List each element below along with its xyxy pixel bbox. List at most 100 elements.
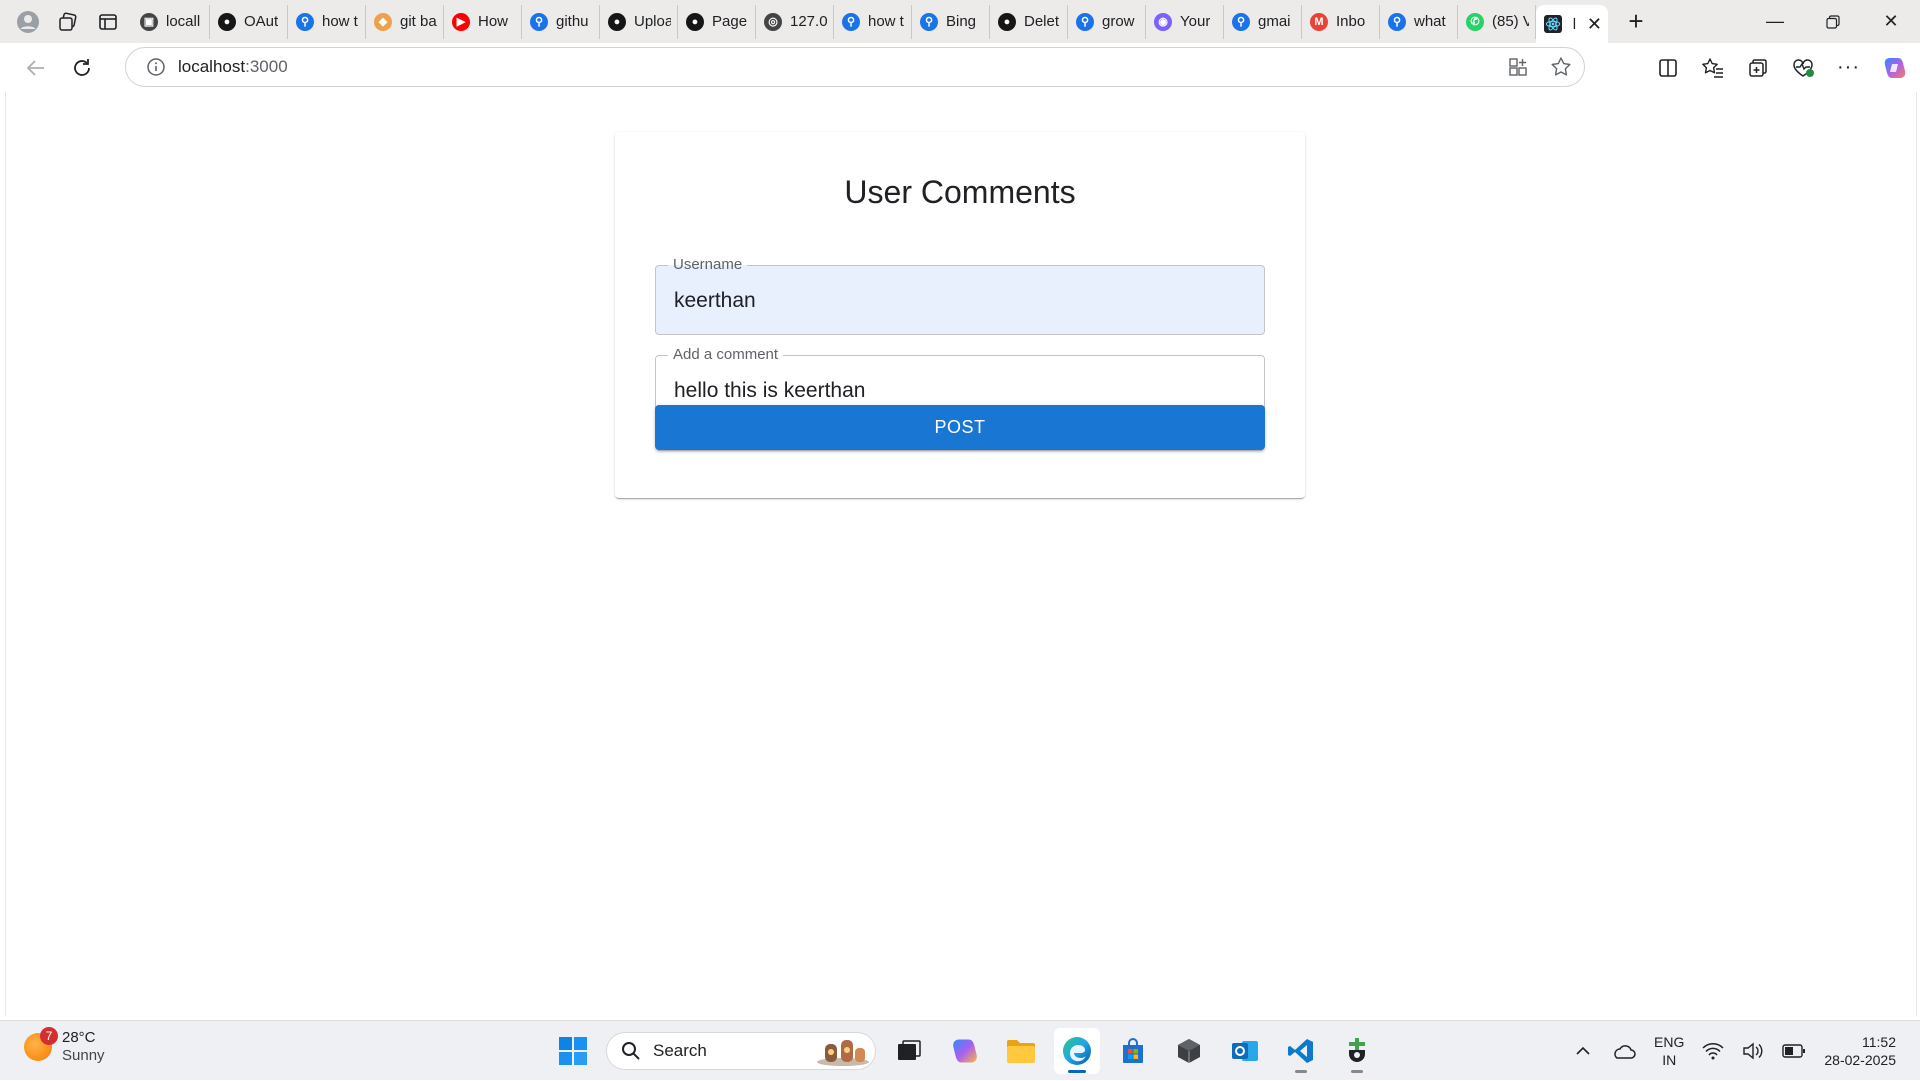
weather-widget[interactable]: 7 28°C Sunny	[24, 1027, 105, 1065]
tab-item[interactable]: ● Delet	[990, 4, 1068, 39]
username-input[interactable]	[672, 266, 1246, 336]
tab-item[interactable]: M Inbo	[1302, 4, 1380, 39]
minimize-button[interactable]: —	[1746, 0, 1804, 43]
clock[interactable]: 11:52 28-02-2025	[1824, 1033, 1896, 1069]
tab-active-title: l	[1572, 15, 1577, 33]
new-tab-button[interactable]: +	[1614, 5, 1658, 39]
page-viewport: User Comments Username Add a comment POS…	[5, 92, 1917, 1016]
plus-icon: +	[1628, 6, 1644, 36]
weather-temp: 28°C	[62, 1029, 96, 1046]
address-bar[interactable]: localhost:3000	[125, 47, 1585, 87]
tab-item[interactable]: ⚲ grow	[1068, 4, 1146, 39]
favorites-icon[interactable]	[1701, 57, 1725, 79]
post-button[interactable]: POST	[655, 405, 1265, 450]
window-controls: — ✕	[1746, 0, 1920, 43]
back-button[interactable]	[14, 48, 58, 88]
tab-item[interactable]: ⚲ how t	[834, 4, 912, 39]
file-explorer-button[interactable]	[998, 1028, 1044, 1074]
cube-icon	[1178, 1039, 1200, 1063]
favorite-star-icon[interactable]	[1550, 56, 1572, 78]
github-icon: ●	[218, 12, 236, 31]
tab-strip: ▣ locall ● OAut ⚲ how t ◆ git ba ▶ How ⚲ githu ● Uplo…	[0, 0, 1920, 43]
wifi-icon[interactable]	[1702, 1042, 1724, 1060]
profile-icon	[17, 10, 39, 33]
tab-item[interactable]: ◆ git ba	[366, 4, 444, 39]
profile-button[interactable]	[8, 5, 48, 39]
tab-item[interactable]: ⚲ Bing	[912, 4, 990, 39]
chevron-up-icon[interactable]	[1574, 1042, 1592, 1060]
tab-title: OAut	[244, 13, 279, 30]
outlook-button[interactable]	[1222, 1028, 1268, 1074]
workspaces-button[interactable]	[48, 5, 88, 39]
copilot-app-button[interactable]	[942, 1028, 988, 1074]
url-host: localhost	[178, 57, 246, 76]
tab-item[interactable]: ⚲ what	[1380, 4, 1458, 39]
taskbar: 7 28°C Sunny Search ENG IN 11:52 28-02-2…	[0, 1020, 1920, 1080]
vscode-button[interactable]	[1278, 1028, 1324, 1074]
globe-icon: ◎	[764, 12, 782, 31]
tab-title: gmai	[1258, 13, 1291, 30]
tab-item[interactable]: ▣ locall	[132, 4, 210, 39]
taskbar-apps: Search	[550, 1027, 1380, 1075]
app-available-icon[interactable]	[1508, 57, 1528, 77]
tab-title: what	[1414, 13, 1446, 30]
tab-title: Page	[712, 13, 748, 30]
tab-actions-icon	[99, 13, 117, 30]
tab-item[interactable]: ▶ How	[444, 4, 522, 39]
react-icon	[1544, 15, 1562, 33]
git-client-icon	[1349, 1038, 1365, 1062]
refresh-icon	[74, 58, 90, 76]
restore-button[interactable]	[1804, 0, 1862, 43]
close-icon: ✕	[1883, 11, 1899, 31]
github-icon: ●	[686, 12, 704, 31]
split-screen-icon[interactable]	[1657, 57, 1679, 79]
whatsapp-icon: ✆	[1466, 12, 1484, 31]
close-tab-icon[interactable]: ✕	[1587, 14, 1602, 35]
more-options-icon[interactable]: ···	[1837, 56, 1860, 79]
tab-title: Bing	[946, 13, 977, 30]
tab-title: Inbo	[1336, 13, 1366, 30]
tab-item[interactable]: ⚲ how t	[288, 4, 366, 39]
tab-item[interactable]: ● Uploa	[600, 4, 678, 39]
store-button[interactable]	[1110, 1028, 1156, 1074]
volume-icon[interactable]	[1742, 1042, 1764, 1060]
tab-item[interactable]: ✆ (85) V	[1458, 4, 1536, 39]
refresh-button[interactable]	[60, 48, 104, 88]
username-field[interactable]: Username	[655, 255, 1265, 336]
tab-item[interactable]: ● Page	[678, 4, 756, 39]
tab-title: Your	[1180, 13, 1211, 30]
tab-item[interactable]: ◎ 127.0	[756, 4, 834, 39]
search-placeholder: Search	[653, 1041, 707, 1060]
collections-icon[interactable]	[1747, 57, 1769, 79]
tab-actions-button[interactable]	[88, 5, 128, 39]
task-view-button[interactable]	[886, 1028, 932, 1074]
folder-icon	[1007, 1040, 1035, 1063]
battery-icon[interactable]	[1782, 1043, 1806, 1059]
language-indicator[interactable]: ENG IN	[1654, 1033, 1684, 1069]
onedrive-icon[interactable]	[1610, 1042, 1636, 1060]
tab-item[interactable]: ● OAut	[210, 4, 288, 39]
edge-button[interactable]	[1054, 1028, 1100, 1074]
tab-title: grow	[1102, 13, 1135, 30]
youtube-icon: ▶	[452, 12, 470, 31]
browser-essentials-icon[interactable]	[1791, 57, 1815, 79]
weather-condition: Sunny	[62, 1047, 105, 1064]
tab-title: githu	[556, 13, 589, 30]
app-cube-button[interactable]	[1166, 1028, 1212, 1074]
search-icon: ⚲	[920, 12, 938, 31]
tab-active[interactable]: l ✕	[1536, 5, 1608, 43]
taskbar-search[interactable]: Search	[606, 1032, 876, 1070]
gmail-icon: M	[1310, 12, 1328, 31]
language-code: ENG	[1654, 1034, 1685, 1050]
copilot-icon: ◉	[1154, 12, 1172, 31]
git-client-button[interactable]	[1334, 1028, 1380, 1074]
tab-item[interactable]: ⚲ gmai	[1224, 4, 1302, 39]
document-icon: ▣	[140, 12, 158, 31]
site-info-icon[interactable]	[146, 57, 166, 77]
close-window-button[interactable]: ✕	[1862, 0, 1920, 43]
tab-item[interactable]: ◉ Your	[1146, 4, 1224, 39]
tab-item[interactable]: ⚲ githu	[522, 4, 600, 39]
workspaces-icon	[59, 12, 77, 31]
copilot-icon[interactable]	[1882, 55, 1908, 81]
start-button[interactable]	[550, 1028, 596, 1074]
